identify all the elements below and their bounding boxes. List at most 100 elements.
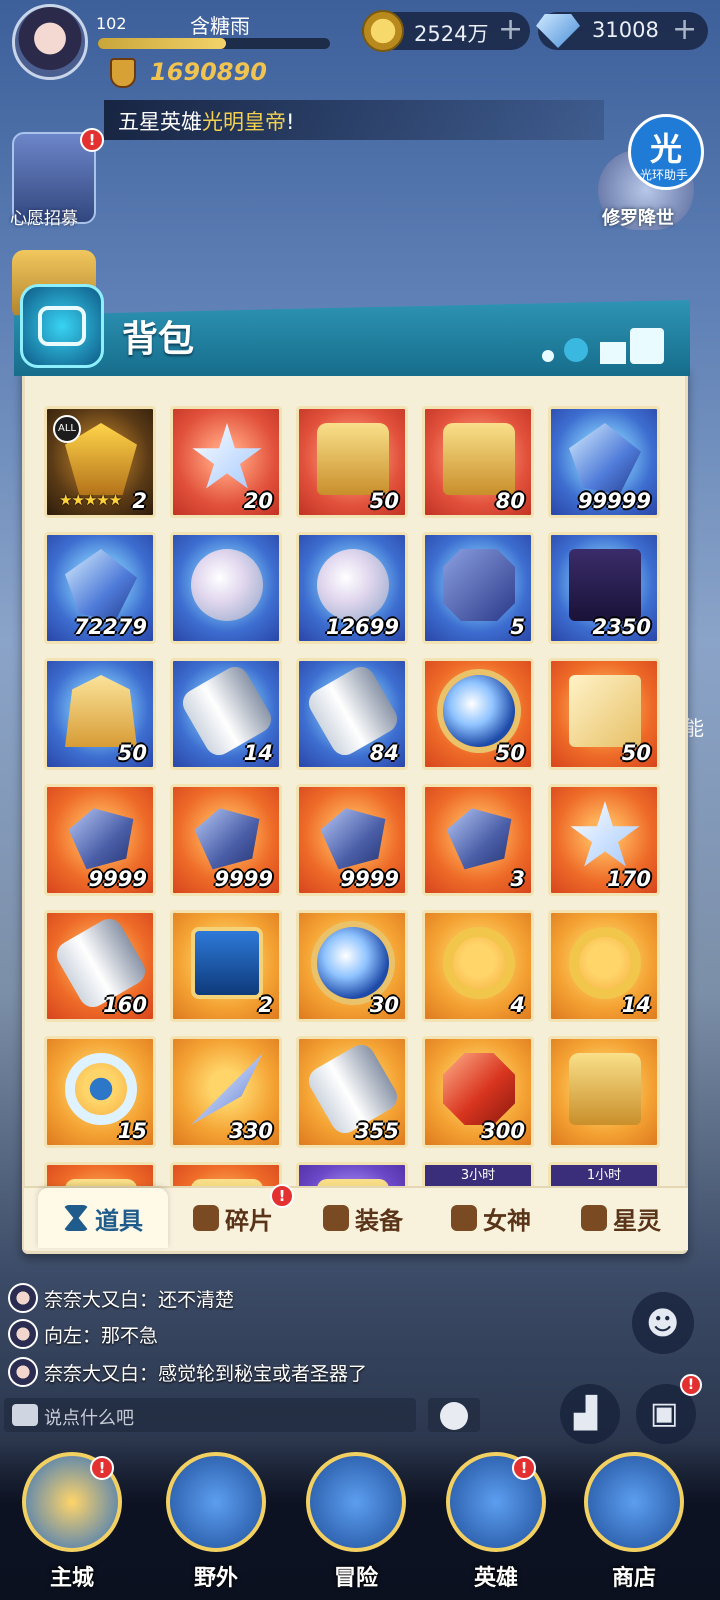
notification-badge: ! (270, 1184, 294, 1208)
bag-item[interactable]: 12699 (296, 532, 408, 644)
chat-bubble-icon (12, 1404, 38, 1426)
bag-item[interactable]: 355 (296, 1036, 408, 1148)
bag-item[interactable]: 160 (44, 910, 156, 1022)
gold-amount: 2524万 (414, 22, 489, 46)
item-count: 12699 (325, 615, 399, 639)
bag-item[interactable]: 330 (170, 1036, 282, 1148)
notification-badge: ! (80, 128, 104, 152)
bag-item[interactable]: 15 (44, 1036, 156, 1148)
item-count: 9999 (88, 867, 147, 891)
bag-item[interactable]: 9999 (170, 784, 282, 896)
star-icon (570, 801, 640, 867)
bag-item[interactable]: 50 (422, 658, 534, 770)
item-timer: 3小时 (425, 1165, 531, 1188)
broadcast-hero-name: 光明皇帝 (202, 110, 286, 134)
bag-item[interactable]: 3小时 (422, 1162, 534, 1188)
player-name: 含糖雨 (190, 14, 250, 38)
notification-badge: ! (680, 1374, 702, 1396)
bag-item[interactable]: 50 (44, 658, 156, 770)
chest-icon (443, 423, 515, 495)
item-count: 330 (229, 1119, 273, 1143)
bag-item[interactable]: 30 (296, 910, 408, 1022)
add-gem-button[interactable]: + (672, 14, 697, 46)
nav-adventure[interactable]: 冒险 (300, 1452, 412, 1592)
tab-goddess[interactable]: 女神 (426, 1188, 556, 1248)
chat-input-placeholder: 说点什么吧 (44, 1408, 134, 1429)
nav-main-city-label: 主城 (49, 1566, 94, 1591)
cube-icon (569, 675, 641, 747)
item-count: 99999 (577, 489, 651, 513)
bag-item[interactable]: 4 (422, 910, 534, 1022)
bag-item[interactable]: 14 (170, 658, 282, 770)
bag-item[interactable]: 99999 (548, 406, 660, 518)
bag-item[interactable]: 84 (296, 658, 408, 770)
bag-item[interactable]: 5 (422, 532, 534, 644)
avatar (8, 1319, 38, 1349)
fruit-icon (191, 549, 263, 621)
nav-heroes[interactable]: 英雄 (440, 1452, 552, 1592)
bag-item[interactable]: 14 (548, 910, 660, 1022)
fragment-icon (193, 1205, 219, 1231)
nav-wild[interactable]: 野外 (160, 1452, 272, 1592)
chat-sender: 奈奈大又白 (44, 1288, 140, 1311)
bag-item[interactable]: 80 (422, 406, 534, 518)
item-count: 20 (243, 489, 273, 513)
star-rating: ★★★★★ (59, 491, 122, 509)
bag-item[interactable] (548, 1036, 660, 1148)
bag-item[interactable]: 300 (422, 1036, 534, 1148)
bag-item[interactable]: 20 (170, 406, 282, 518)
armor-icon (65, 675, 137, 747)
broadcast-prefix: 五星英雄 (118, 110, 202, 134)
item-count: 2 (258, 993, 273, 1017)
item-count: 30 (369, 993, 399, 1017)
items-icon (63, 1205, 89, 1231)
bag-item[interactable] (170, 532, 282, 644)
item-count: 170 (607, 867, 651, 891)
star-icon (192, 423, 262, 489)
gem-amount: 31008 (592, 18, 659, 42)
backpack-icon-outline (38, 306, 86, 346)
tab-items-label: 道具 (95, 1206, 143, 1235)
nav-shop-label: 商店 (611, 1566, 656, 1591)
tab-items[interactable]: 道具 (38, 1188, 168, 1248)
bag-item[interactable]: 2 (170, 910, 282, 1022)
bag-item[interactable] (44, 1162, 156, 1188)
item-count: 5 (510, 615, 525, 639)
item-count: 9999 (340, 867, 399, 891)
item-count: 50 (369, 489, 399, 513)
star-icon (581, 1205, 607, 1231)
bag-item[interactable]: ALL ★★★★★ 2 (44, 406, 156, 518)
assistant-label: 光环助手 (640, 168, 689, 182)
add-gold-button[interactable]: + (498, 14, 523, 46)
bag-item[interactable]: 9999 (44, 784, 156, 896)
bag-item[interactable]: 50 (296, 406, 408, 518)
bag-item[interactable] (170, 1162, 282, 1188)
stone-icon (446, 808, 512, 870)
nav-heroes-label: 英雄 (473, 1566, 518, 1591)
ring-icon (443, 927, 515, 999)
tab-equipment[interactable]: 装备 (298, 1188, 428, 1248)
shop-icon (584, 1452, 684, 1552)
bag-item[interactable] (296, 1162, 408, 1188)
bag-item[interactable]: 50 (548, 658, 660, 770)
bag-item[interactable]: 3 (422, 784, 534, 896)
wish-recruit-label: 心愿招募 (10, 209, 78, 229)
friends-icon: ☻ (646, 1304, 680, 1342)
item-count: 72279 (73, 615, 147, 639)
bag-item[interactable]: 72279 (44, 532, 156, 644)
bag-item[interactable]: 9999 (296, 784, 408, 896)
nav-shop[interactable]: 商店 (578, 1452, 690, 1592)
bag-item[interactable]: 2350 (548, 532, 660, 644)
stone-icon (320, 808, 386, 870)
tab-star-spirit-label: 星灵 (613, 1206, 661, 1235)
bag-item[interactable]: 1小时 (548, 1162, 660, 1188)
equipment-icon (323, 1205, 349, 1231)
tab-star-spirit[interactable]: 星灵 (556, 1188, 686, 1248)
header-decoration (542, 328, 664, 364)
bag-item[interactable]: 170 (548, 784, 660, 896)
chest-icon (317, 423, 389, 495)
player-avatar[interactable] (12, 4, 88, 80)
wheel-icon (65, 1053, 137, 1125)
item-count: 50 (621, 741, 651, 765)
seal-icon (443, 549, 515, 621)
